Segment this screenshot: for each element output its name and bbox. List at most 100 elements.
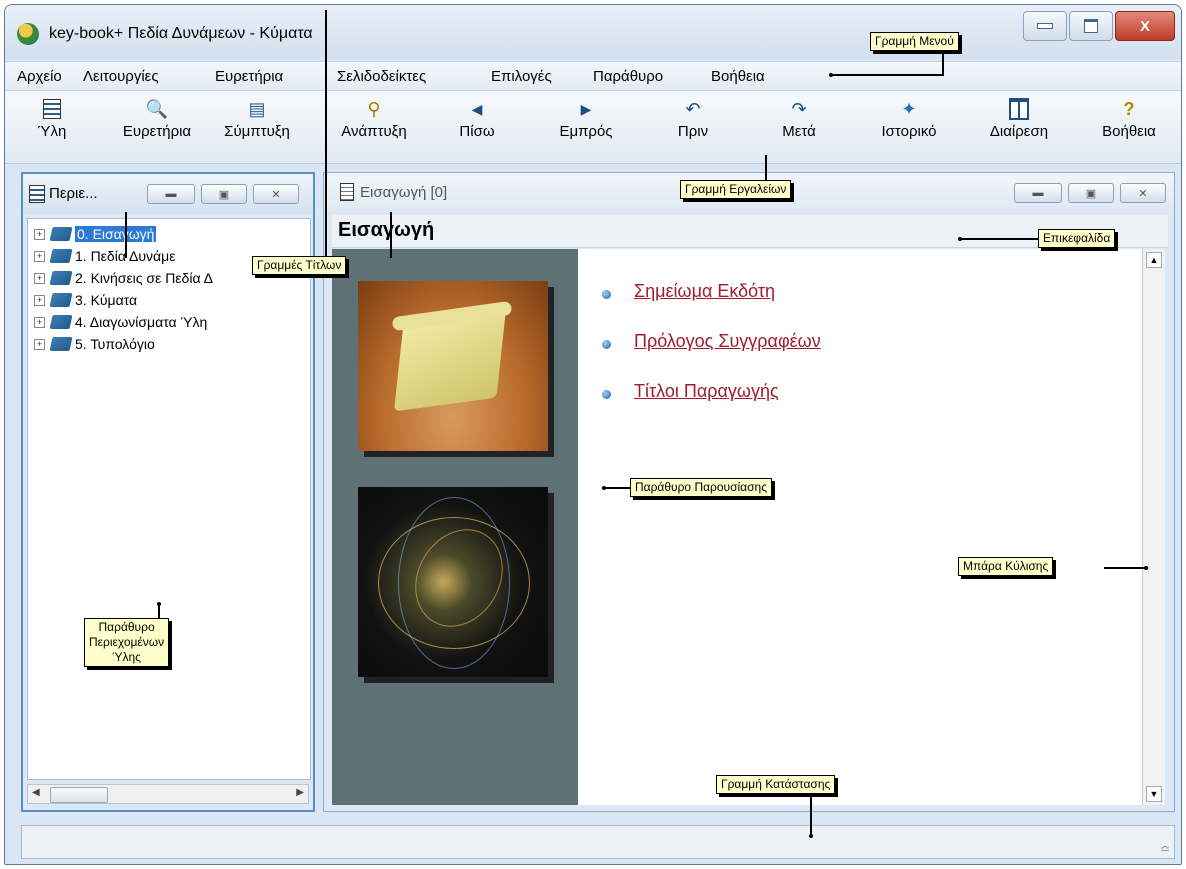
- tree-item-waves[interactable]: + 3. Κύματα: [34, 291, 137, 309]
- callout-leader: [832, 74, 944, 76]
- book-icon: [49, 249, 73, 263]
- callout-leader-dot: [829, 73, 833, 77]
- scroll-image: [358, 281, 548, 451]
- book-list-icon: [29, 185, 45, 203]
- link-publisher-note[interactable]: Σημείωμα Εκδότη: [634, 281, 775, 302]
- maximize-icon: [1084, 19, 1098, 33]
- contents-panel-title-bar: Περιε... ▬ ▣ ✕: [23, 174, 313, 214]
- bullet-icon: [602, 290, 611, 299]
- menu-indexes[interactable]: Ευρετήρια: [215, 68, 283, 85]
- callout-leader: [1104, 567, 1146, 569]
- app-logo-icon: [17, 23, 39, 45]
- tool-previous-button[interactable]: ↶ Πριν: [661, 95, 725, 157]
- menu-window[interactable]: Παράθυρο: [593, 68, 663, 85]
- scroll-down-icon[interactable]: ▼: [1146, 786, 1162, 802]
- tool-material-button[interactable]: Ύλη: [9, 95, 95, 157]
- menu-options[interactable]: Επιλογές: [491, 68, 552, 85]
- callout-leader-dot: [602, 486, 606, 490]
- callout-leader: [810, 796, 812, 836]
- presentation-content: Σημείωμα Εκδότη Πρόλογος Συγγραφέων Τίτλ…: [332, 249, 1142, 805]
- tree-item-tests[interactable]: + 4. Διαγωνίσματα Ύλη: [34, 313, 207, 331]
- tree-item-motions[interactable]: + 2. Κινήσεις σε Πεδία Δ: [34, 269, 213, 287]
- minimize-button[interactable]: [1023, 11, 1067, 41]
- window-title: key-book+ Πεδία Δυνάμεων - Κύματα: [49, 25, 313, 42]
- link-authors-preface[interactable]: Πρόλογος Συγγραφέων: [634, 331, 821, 352]
- callout-leader-dot: [1144, 566, 1148, 570]
- app-window: key-book+ Πεδία Δυνάμεων - Κύματα X Αρχε…: [4, 4, 1182, 865]
- tool-collapse-button[interactable]: ▤ Σύμπτυξη: [211, 95, 303, 157]
- tool-back-button[interactable]: ◀ Πίσω: [441, 95, 513, 157]
- expand-plus-icon[interactable]: +: [34, 272, 45, 284]
- tool-forward-button[interactable]: ▶ Εμπρός: [543, 95, 629, 157]
- collapse-icon: ▤: [248, 99, 266, 119]
- book-list-icon: [9, 95, 95, 123]
- close-icon: ✕: [271, 188, 281, 201]
- callout-leader: [125, 212, 127, 258]
- close-icon: X: [1139, 17, 1150, 35]
- presentation-close-button[interactable]: ✕: [1120, 183, 1166, 203]
- scroll-up-icon[interactable]: ▲: [1146, 252, 1162, 268]
- tree-item-fields[interactable]: + 1. Πεδία Δυνάμε: [34, 247, 175, 265]
- menu-help[interactable]: Βοήθεια: [711, 68, 765, 85]
- callout-title-bars: Γραμμές Τίτλων: [252, 256, 347, 275]
- presentation-maximize-button[interactable]: ▣: [1068, 183, 1114, 203]
- toolbar: Ύλη 🔍 Ευρετήρια ▤ Σύμπτυξη ⚲ Ανάπτυξη ◀ …: [5, 91, 1181, 164]
- magnifier-icon: 🔍: [145, 99, 169, 119]
- contents-maximize-button[interactable]: ▣: [201, 184, 247, 204]
- scroll-left-icon[interactable]: ◀: [32, 787, 40, 798]
- expand-plus-icon[interactable]: +: [34, 338, 45, 350]
- link-production-credits[interactable]: Τίτλοι Παραγωγής: [634, 381, 779, 402]
- contents-horizontal-scrollbar[interactable]: ◀ ▶: [27, 784, 309, 804]
- expand-plus-icon[interactable]: +: [34, 294, 45, 306]
- maximize-icon: ▣: [218, 188, 230, 201]
- tool-next-button[interactable]: ↷ Μετά: [763, 95, 835, 157]
- expand-plus-icon[interactable]: +: [34, 250, 45, 262]
- book-icon: [49, 271, 73, 285]
- tool-help-button[interactable]: ? Βοήθεια: [1087, 95, 1171, 157]
- tool-indexes-button[interactable]: 🔍 Ευρετήρια: [109, 95, 205, 157]
- tree-item-introduction[interactable]: + 0. Εισαγωγή: [34, 225, 157, 243]
- callout-leader: [604, 487, 630, 489]
- tool-expand-button[interactable]: ⚲ Ανάπτυξη: [323, 95, 425, 157]
- book-icon: [49, 337, 73, 351]
- expand-plus-icon[interactable]: +: [34, 316, 45, 328]
- contents-close-button[interactable]: ✕: [253, 184, 299, 204]
- tool-history-button[interactable]: ✦ Ιστορικό: [863, 95, 955, 157]
- contents-panel-title: Περιε...: [49, 185, 98, 202]
- minimize-icon: ▬: [165, 188, 177, 200]
- page-title: Εισαγωγή: [338, 219, 435, 241]
- menu-bookmarks[interactable]: Σελιδοδείκτες: [337, 68, 426, 85]
- callout-leader: [765, 155, 767, 180]
- callout-leader: [942, 52, 944, 74]
- close-button[interactable]: X: [1115, 11, 1175, 41]
- particle-tracks-image: [358, 487, 548, 677]
- callout-leader: [325, 10, 327, 256]
- tree-item-formulas[interactable]: + 5. Τυπολόγιο: [34, 335, 155, 353]
- scrollbar-thumb[interactable]: [50, 787, 108, 803]
- bullet-icon: [602, 390, 611, 399]
- callout-leader: [158, 604, 160, 618]
- minimize-icon: ▬: [1032, 187, 1044, 199]
- menu-file[interactable]: Αρχείο: [17, 68, 62, 85]
- resize-grip-icon[interactable]: ≏: [1160, 842, 1170, 856]
- image-sidebar: [332, 249, 578, 805]
- scroll-right-icon[interactable]: ▶: [296, 787, 304, 798]
- contents-tree: + 0. Εισαγωγή + 1. Πεδία Δυνάμε + 2. Κιν…: [27, 218, 311, 780]
- close-icon: ✕: [1138, 187, 1148, 200]
- presentation-minimize-button[interactable]: ▬: [1014, 183, 1062, 203]
- back-arrow-icon: ◀: [471, 101, 483, 117]
- callout-contents-panel: Παράθυρο Περιεχομένων Ύλης: [84, 618, 170, 667]
- tool-split-button[interactable]: Διαίρεση: [971, 95, 1067, 157]
- help-icon: ?: [1123, 99, 1135, 119]
- maximize-button[interactable]: [1069, 11, 1113, 41]
- contents-minimize-button[interactable]: ▬: [147, 184, 195, 204]
- book-icon: [49, 315, 73, 329]
- menu-functions[interactable]: Λειτουργίες: [83, 68, 159, 85]
- split-icon: [971, 95, 1067, 123]
- vertical-scrollbar[interactable]: ▲ ▼: [1142, 249, 1165, 805]
- title-bar: key-book+ Πεδία Δυνάμεων - Κύματα X: [5, 5, 1181, 59]
- callout-leader: [390, 212, 392, 258]
- expand-plus-icon[interactable]: +: [34, 228, 45, 240]
- callout-statusbar: Γραμμή Κατάστασης: [716, 775, 836, 794]
- callout-toolbar: Γραμμή Εργαλείων: [680, 180, 792, 199]
